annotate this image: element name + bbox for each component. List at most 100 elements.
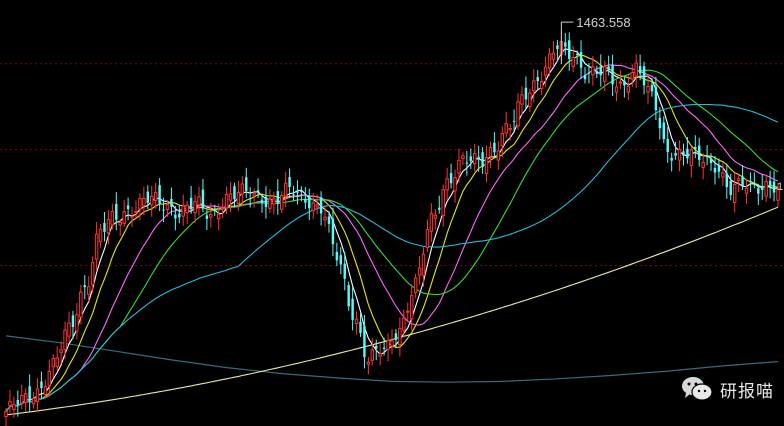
candle-body <box>351 298 354 320</box>
candle <box>386 333 390 362</box>
candle-body <box>153 192 158 201</box>
candle <box>35 378 40 413</box>
candle <box>524 76 528 110</box>
candle <box>31 392 36 409</box>
candle-body <box>421 253 426 276</box>
candle-body <box>493 142 496 153</box>
candle-body <box>71 315 75 327</box>
candle <box>532 69 536 103</box>
candle-body <box>698 145 701 160</box>
candle <box>689 146 694 178</box>
candle <box>331 207 335 257</box>
candle-body <box>749 181 752 183</box>
candle <box>768 170 772 199</box>
candle <box>445 167 449 201</box>
candle <box>59 341 63 364</box>
candle <box>201 179 205 213</box>
candle <box>568 32 571 71</box>
candle-body <box>16 399 20 405</box>
candle-body <box>110 211 115 226</box>
candle <box>308 188 311 221</box>
candle-body <box>142 198 146 207</box>
candle <box>8 390 12 413</box>
candle <box>351 287 354 331</box>
candle <box>469 148 472 170</box>
peak-annotation: 1463.558 <box>560 15 631 65</box>
candle <box>390 329 394 355</box>
candle-body <box>508 127 512 131</box>
candle-body <box>571 57 575 67</box>
candle-body <box>741 176 744 187</box>
candle-body <box>682 151 685 156</box>
candle-body <box>106 219 111 234</box>
candle-body <box>8 401 12 407</box>
candle-body <box>512 120 516 122</box>
candle-body <box>283 182 288 197</box>
candle <box>761 174 764 200</box>
candle-body <box>736 178 741 182</box>
candle <box>472 144 477 172</box>
candle <box>682 143 685 166</box>
candle-body <box>268 198 272 209</box>
candle-body <box>339 255 343 265</box>
candle <box>666 126 669 163</box>
candle-body <box>43 386 48 396</box>
candles <box>4 30 780 426</box>
candle-body <box>185 204 189 214</box>
candle-body <box>500 133 505 147</box>
candle <box>126 197 130 221</box>
candle <box>83 275 86 300</box>
candle-body <box>599 66 602 76</box>
candle-body <box>634 62 638 77</box>
candle-body <box>63 329 67 350</box>
candle-body <box>618 81 623 84</box>
candle-body <box>378 353 382 357</box>
candle-body <box>575 53 579 55</box>
candle-body <box>496 150 501 161</box>
candle-body <box>768 180 772 187</box>
candle-body <box>240 183 245 195</box>
candle <box>233 182 236 208</box>
candle <box>276 179 279 215</box>
candle-body <box>205 215 209 219</box>
candle <box>670 152 673 172</box>
candle-body <box>453 176 457 192</box>
candle-body <box>181 205 185 217</box>
candle-body <box>662 122 665 140</box>
candle-body <box>488 147 493 157</box>
candle <box>245 167 248 199</box>
candle <box>481 146 484 174</box>
candle-body <box>614 86 619 93</box>
candle <box>694 135 697 159</box>
candle-body <box>753 183 756 185</box>
candle-body <box>686 148 689 159</box>
moving-average-series <box>5 48 779 416</box>
candle-body <box>504 123 508 134</box>
candle <box>732 172 737 213</box>
candle <box>465 150 469 176</box>
candle <box>130 206 134 227</box>
candle <box>764 174 768 202</box>
candle <box>98 223 103 248</box>
candle-body <box>162 209 165 211</box>
candle <box>158 178 161 212</box>
candle <box>425 219 430 252</box>
candle <box>67 311 71 343</box>
candle-body <box>220 207 225 210</box>
candle-body <box>729 180 732 195</box>
candle <box>713 155 717 185</box>
candle-body <box>134 210 138 214</box>
candle <box>441 184 445 227</box>
candle-body <box>216 213 221 220</box>
candle <box>28 374 31 413</box>
candle-body <box>402 317 406 331</box>
candle <box>500 126 505 158</box>
candle <box>240 176 245 207</box>
candle <box>110 203 115 230</box>
candle <box>536 70 539 91</box>
candle-body <box>292 194 295 196</box>
candle <box>51 354 55 378</box>
candle-body <box>260 199 264 204</box>
candle-body <box>343 263 346 279</box>
candle <box>528 88 532 112</box>
